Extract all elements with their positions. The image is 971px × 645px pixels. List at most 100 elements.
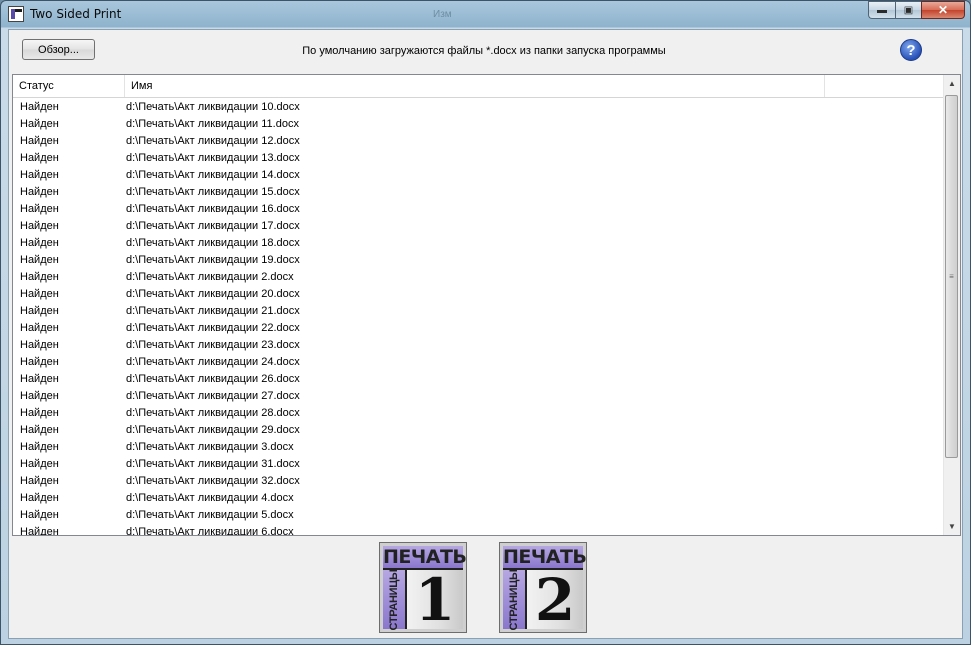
list-row[interactable]: Найден d:\Печать\Акт ликвидации 26.docx: [13, 371, 943, 388]
row-file-path: d:\Печать\Акт ликвидации 6.docx: [126, 526, 294, 535]
close-button[interactable]: ✕: [921, 1, 965, 19]
print-side-label: СТРАНИЦЫ: [503, 569, 527, 630]
row-file-path: d:\Печать\Акт ликвидации 2.docx: [126, 271, 294, 283]
row-file-path: d:\Печать\Акт ликвидации 21.docx: [126, 305, 300, 317]
print-page-1-button[interactable]: ПЕЧАТЬ СТРАНИЦЫ 1: [379, 542, 467, 633]
row-status: Найден: [20, 441, 59, 453]
close-icon: ✕: [937, 3, 949, 17]
list-row[interactable]: Найден d:\Печать\Акт ликвидации 32.docx: [13, 473, 943, 490]
row-status: Найден: [20, 101, 59, 113]
row-file-path: d:\Печать\Акт ликвидации 16.docx: [126, 203, 300, 215]
row-status: Найден: [20, 475, 59, 487]
background-window-title: Изм: [433, 9, 452, 20]
row-status: Найден: [20, 152, 59, 164]
list-header: Статус Имя: [13, 75, 943, 98]
print-page-2-button[interactable]: ПЕЧАТЬ СТРАНИЦЫ 2: [499, 542, 587, 633]
column-header-status[interactable]: Статус: [13, 75, 125, 97]
row-file-path: d:\Печать\Акт ликвидации 4.docx: [126, 492, 294, 504]
minimize-button[interactable]: ▬: [868, 1, 895, 19]
row-file-path: d:\Печать\Акт ликвидации 27.docx: [126, 390, 300, 402]
list-row[interactable]: Найден d:\Печать\Акт ликвидации 6.docx: [13, 524, 943, 535]
app-window: Two Sided Print Изм ▬ ▣ ✕ Обзор... По ум…: [0, 0, 971, 645]
window-title: Two Sided Print: [30, 7, 122, 21]
list-row[interactable]: Найден d:\Печать\Акт ликвидации 4.docx: [13, 490, 943, 507]
row-status: Найден: [20, 118, 59, 130]
help-icon[interactable]: ?: [900, 39, 922, 61]
row-file-path: d:\Печать\Акт ликвидации 11.docx: [126, 118, 299, 130]
row-file-path: d:\Печать\Акт ликвидации 18.docx: [126, 237, 300, 249]
list-row[interactable]: Найден d:\Печать\Акт ликвидации 29.docx: [13, 422, 943, 439]
list-row[interactable]: Найден d:\Печать\Акт ликвидации 18.docx: [13, 235, 943, 252]
list-row[interactable]: Найден d:\Печать\Акт ликвидации 14.docx: [13, 167, 943, 184]
list-row[interactable]: Найден d:\Печать\Акт ликвидации 24.docx: [13, 354, 943, 371]
row-status: Найден: [20, 203, 59, 215]
browse-button[interactable]: Обзор...: [22, 39, 95, 60]
column-header-name[interactable]: Имя: [125, 75, 825, 97]
row-file-path: d:\Печать\Акт ликвидации 13.docx: [126, 152, 300, 164]
row-file-path: d:\Печать\Акт ликвидации 22.docx: [126, 322, 300, 334]
vertical-scrollbar[interactable]: ▲ ≡ ▼: [943, 75, 960, 535]
list-row[interactable]: Найден d:\Печать\Акт ликвидации 28.docx: [13, 405, 943, 422]
scroll-down-icon[interactable]: ▼: [944, 518, 960, 535]
row-status: Найден: [20, 322, 59, 334]
row-status: Найден: [20, 509, 59, 521]
row-file-path: d:\Печать\Акт ликвидации 29.docx: [126, 424, 300, 436]
list-row[interactable]: Найден d:\Печать\Акт ликвидации 5.docx: [13, 507, 943, 524]
list-row[interactable]: Найден d:\Печать\Акт ликвидации 12.docx: [13, 133, 943, 150]
row-status: Найден: [20, 135, 59, 147]
list-row[interactable]: Найден d:\Печать\Акт ликвидации 13.docx: [13, 150, 943, 167]
list-row[interactable]: Найден d:\Печать\Акт ликвидации 19.docx: [13, 252, 943, 269]
list-row[interactable]: Найден d:\Печать\Акт ликвидации 16.docx: [13, 201, 943, 218]
list-row[interactable]: Найден d:\Печать\Акт ликвидации 20.docx: [13, 286, 943, 303]
page-number: 1: [407, 570, 463, 630]
row-status: Найден: [20, 237, 59, 249]
list-row[interactable]: Найден d:\Печать\Акт ликвидации 10.docx: [13, 99, 943, 116]
row-file-path: d:\Печать\Акт ликвидации 24.docx: [126, 356, 300, 368]
row-status: Найден: [20, 390, 59, 402]
list-row[interactable]: Найден d:\Печать\Акт ликвидации 31.docx: [13, 456, 943, 473]
row-status: Найден: [20, 169, 59, 181]
row-file-path: d:\Печать\Акт ликвидации 10.docx: [126, 101, 300, 113]
maximize-icon: ▣: [903, 4, 914, 16]
list-row[interactable]: Найден d:\Печать\Акт ликвидации 15.docx: [13, 184, 943, 201]
app-icon: [8, 6, 24, 22]
row-file-path: d:\Печать\Акт ликвидации 3.docx: [126, 441, 294, 453]
row-status: Найден: [20, 220, 59, 232]
row-file-path: d:\Печать\Акт ликвидации 5.docx: [126, 509, 294, 521]
title-bar[interactable]: Two Sided Print Изм ▬ ▣ ✕: [1, 1, 970, 29]
default-folder-hint: По умолчанию загружаются файлы *.docx из…: [302, 45, 666, 57]
page-number: 2: [527, 570, 583, 630]
row-status: Найден: [20, 492, 59, 504]
row-status: Найден: [20, 407, 59, 419]
list-row[interactable]: Найден d:\Печать\Акт ликвидации 2.docx: [13, 269, 943, 286]
list-row[interactable]: Найден d:\Печать\Акт ликвидации 27.docx: [13, 388, 943, 405]
row-status: Найден: [20, 305, 59, 317]
list-row[interactable]: Найден d:\Печать\Акт ликвидации 11.docx: [13, 116, 943, 133]
list-row[interactable]: Найден d:\Печать\Акт ликвидации 23.docx: [13, 337, 943, 354]
maximize-button[interactable]: ▣: [895, 1, 921, 19]
list-row[interactable]: Найден d:\Печать\Акт ликвидации 21.docx: [13, 303, 943, 320]
row-file-path: d:\Печать\Акт ликвидации 17.docx: [126, 220, 300, 232]
row-file-path: d:\Печать\Акт ликвидации 28.docx: [126, 407, 300, 419]
client-area: Обзор... По умолчанию загружаются файлы …: [8, 29, 963, 639]
scroll-up-icon[interactable]: ▲: [944, 75, 960, 92]
row-status: Найден: [20, 526, 59, 535]
row-status: Найден: [20, 271, 59, 283]
file-list[interactable]: Статус Имя Найден d:\Печать\Акт ликвидаци…: [12, 74, 961, 536]
row-status: Найден: [20, 424, 59, 436]
scroll-thumb[interactable]: ≡: [945, 95, 958, 458]
print-side-label: СТРАНИЦЫ: [383, 569, 407, 630]
row-file-path: d:\Печать\Акт ликвидации 32.docx: [126, 475, 300, 487]
list-row[interactable]: Найден d:\Печать\Акт ликвидации 3.docx: [13, 439, 943, 456]
grip-icon: ≡: [949, 272, 954, 281]
row-file-path: d:\Печать\Акт ликвидации 14.docx: [126, 169, 300, 181]
row-status: Найден: [20, 186, 59, 198]
minimize-icon: ▬: [877, 4, 887, 16]
window-controls: ▬ ▣ ✕: [868, 1, 965, 20]
list-row[interactable]: Найден d:\Печать\Акт ликвидации 22.docx: [13, 320, 943, 337]
row-file-path: d:\Печать\Акт ликвидации 26.docx: [126, 373, 300, 385]
row-file-path: d:\Печать\Акт ликвидации 19.docx: [126, 254, 300, 266]
row-status: Найден: [20, 458, 59, 470]
list-row[interactable]: Найден d:\Печать\Акт ликвидации 17.docx: [13, 218, 943, 235]
row-file-path: d:\Печать\Акт ликвидации 20.docx: [126, 288, 300, 300]
